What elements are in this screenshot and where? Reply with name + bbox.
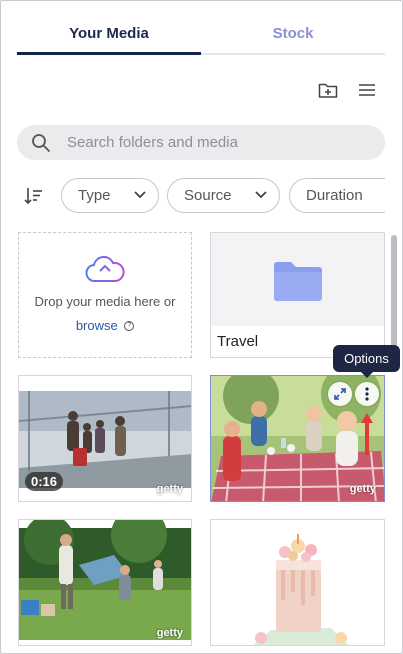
- getty-watermark: getty: [349, 483, 376, 495]
- tab-your-media[interactable]: Your Media: [17, 19, 201, 55]
- sort-icon[interactable]: [23, 185, 45, 207]
- search-icon: [32, 133, 50, 152]
- search-bar: [17, 125, 385, 160]
- folder-icon: [274, 262, 322, 301]
- options-button[interactable]: [355, 382, 379, 406]
- filter-duration[interactable]: Duration: [289, 178, 385, 213]
- filter-bar: Type Source Duration: [1, 177, 385, 215]
- new-folder-button[interactable]: [317, 79, 339, 101]
- filter-type-label: Type: [78, 187, 111, 204]
- help-icon[interactable]: ?: [124, 320, 135, 331]
- media-thumbnail: [211, 520, 384, 645]
- cloud-upload-icon: [85, 255, 125, 282]
- upload-dropzone[interactable]: Drop your media here or browse ?: [18, 232, 192, 358]
- dropzone-text: Drop your media here or: [34, 294, 176, 309]
- search-input[interactable]: [67, 134, 347, 151]
- browse-link[interactable]: browse: [76, 318, 118, 333]
- arrow-up-icon: [361, 413, 373, 455]
- media-item-cake[interactable]: [210, 519, 385, 646]
- media-item-lawn[interactable]: getty: [18, 519, 192, 646]
- media-item-picnic[interactable]: getty: [210, 375, 385, 502]
- tab-stock[interactable]: Stock: [201, 19, 385, 55]
- folder-plus-icon: [318, 83, 338, 98]
- media-panel: Your Media Stock Search folders and medi…: [0, 0, 403, 654]
- expand-icon: [334, 388, 346, 400]
- video-duration: 0:16: [25, 472, 64, 491]
- view-menu-button[interactable]: [356, 79, 378, 101]
- filter-source-label: Source: [184, 187, 232, 204]
- folder-name: Travel: [217, 333, 259, 350]
- scrollbar[interactable]: [391, 235, 397, 357]
- expand-button[interactable]: [328, 382, 352, 406]
- list-view-icon: [359, 84, 375, 96]
- chevron-down-icon: [255, 191, 267, 199]
- chevron-down-icon: [134, 191, 146, 199]
- media-item-video[interactable]: 0:16 getty: [18, 375, 192, 502]
- folder-card[interactable]: Travel: [210, 232, 385, 358]
- filter-duration-label: Duration: [306, 187, 363, 204]
- media-tabs: Your Media Stock: [17, 19, 385, 55]
- filter-type[interactable]: Type: [61, 178, 159, 213]
- more-vertical-icon: [365, 387, 369, 401]
- options-tooltip: Options: [333, 345, 400, 378]
- getty-watermark: getty: [156, 483, 183, 495]
- filter-source[interactable]: Source: [167, 178, 280, 213]
- getty-watermark: getty: [156, 627, 183, 639]
- folder-thumbnail: [211, 233, 384, 326]
